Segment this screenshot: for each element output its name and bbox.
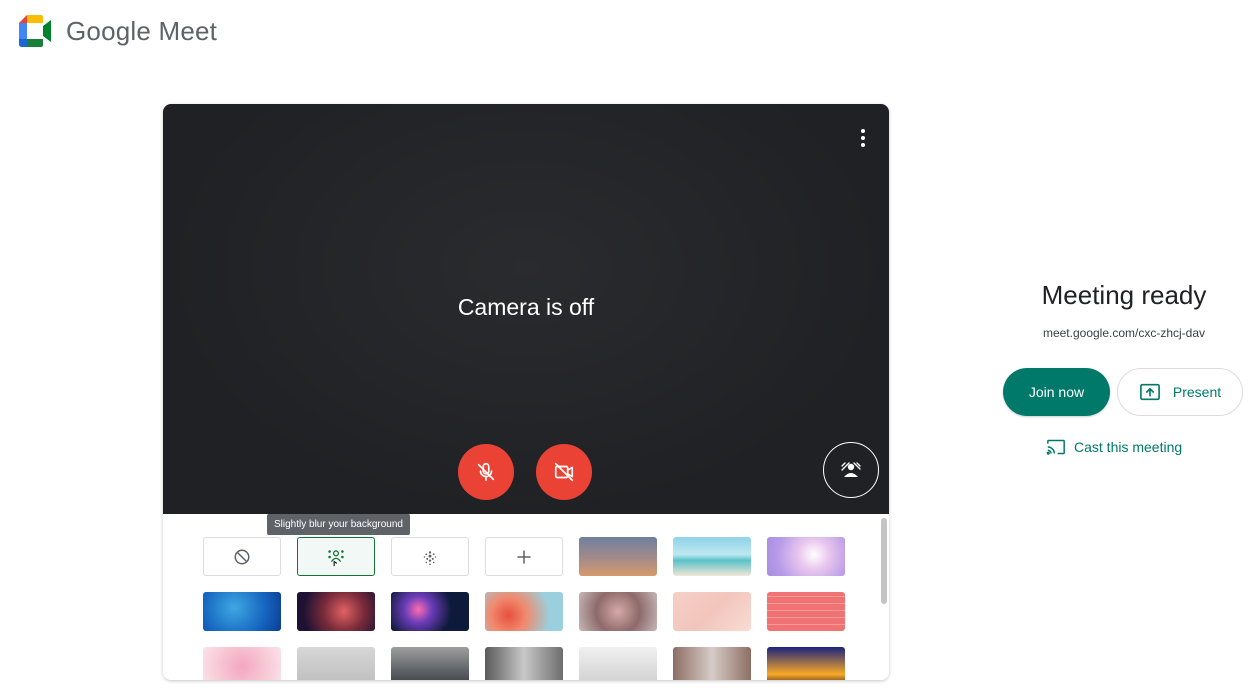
camera-off-label: Camera is off <box>457 294 595 320</box>
background-bookshelf[interactable] <box>673 647 751 680</box>
background-night-house[interactable] <box>767 647 845 680</box>
background-sunset-sky[interactable] <box>579 537 657 576</box>
slight-blur-button[interactable] <box>297 537 375 576</box>
background-pink-sparkle[interactable] <box>673 592 751 631</box>
scrollbar-thumb[interactable] <box>881 518 887 604</box>
video-preview-panel: Camera is off Slightly blur your backgro… <box>163 104 889 680</box>
videocam-off-icon <box>554 462 574 482</box>
present-button[interactable]: Present <box>1117 368 1243 416</box>
join-now-label: Join now <box>1028 384 1085 400</box>
background-loft[interactable] <box>579 647 657 680</box>
blur-person-icon <box>328 549 344 566</box>
cast-meeting-link[interactable]: Cast this meeting <box>1046 438 1182 456</box>
cast-label: Cast this meeting <box>1074 439 1183 455</box>
background-effects-panel: Slightly blur your background <box>163 514 889 680</box>
background-white-office[interactable] <box>297 647 375 680</box>
background-effects-icon <box>841 462 861 477</box>
background-pebbles[interactable] <box>579 592 657 631</box>
background-blue-water[interactable] <box>203 592 281 631</box>
present-label: Present <box>1172 384 1222 400</box>
background-skylight[interactable] <box>391 647 469 680</box>
background-pink-clouds[interactable] <box>767 537 845 576</box>
cast-icon <box>1046 439 1065 455</box>
add-background-button[interactable] <box>485 537 563 576</box>
blur-button[interactable] <box>391 537 469 576</box>
google-meet-logo-icon <box>19 15 51 47</box>
camera-toggle-button[interactable] <box>536 444 592 500</box>
app-logo[interactable]: Google Meet <box>16 12 217 50</box>
plus-icon <box>517 549 531 564</box>
background-effects-button[interactable] <box>823 442 879 498</box>
background-flowers[interactable] <box>485 592 563 631</box>
block-icon <box>234 549 250 564</box>
background-pink-petals[interactable] <box>203 647 281 680</box>
background-interior-room[interactable] <box>485 647 563 680</box>
mic-off-icon <box>477 462 495 482</box>
present-to-all-icon <box>1139 383 1160 401</box>
join-now-button[interactable]: Join now <box>1003 368 1110 416</box>
blur-icon <box>423 550 437 565</box>
meeting-ready-title: Meeting ready <box>1041 280 1207 310</box>
background-fireworks[interactable] <box>391 592 469 631</box>
background-pink-grid[interactable] <box>767 592 845 631</box>
background-galaxy[interactable] <box>297 592 375 631</box>
background-beach[interactable] <box>673 537 751 576</box>
effects-scrollbar[interactable] <box>877 514 889 680</box>
effect-tooltip: Slightly blur your background <box>267 514 410 535</box>
app-name: Google Meet <box>66 15 218 46</box>
video-preview: Camera is off <box>163 104 889 514</box>
meeting-url: meet.google.com/cxc-zhcj-dav <box>1042 326 1206 340</box>
more-options-icon[interactable] <box>851 124 875 152</box>
no-effect-button[interactable] <box>203 537 281 576</box>
mic-toggle-button[interactable] <box>458 444 514 500</box>
